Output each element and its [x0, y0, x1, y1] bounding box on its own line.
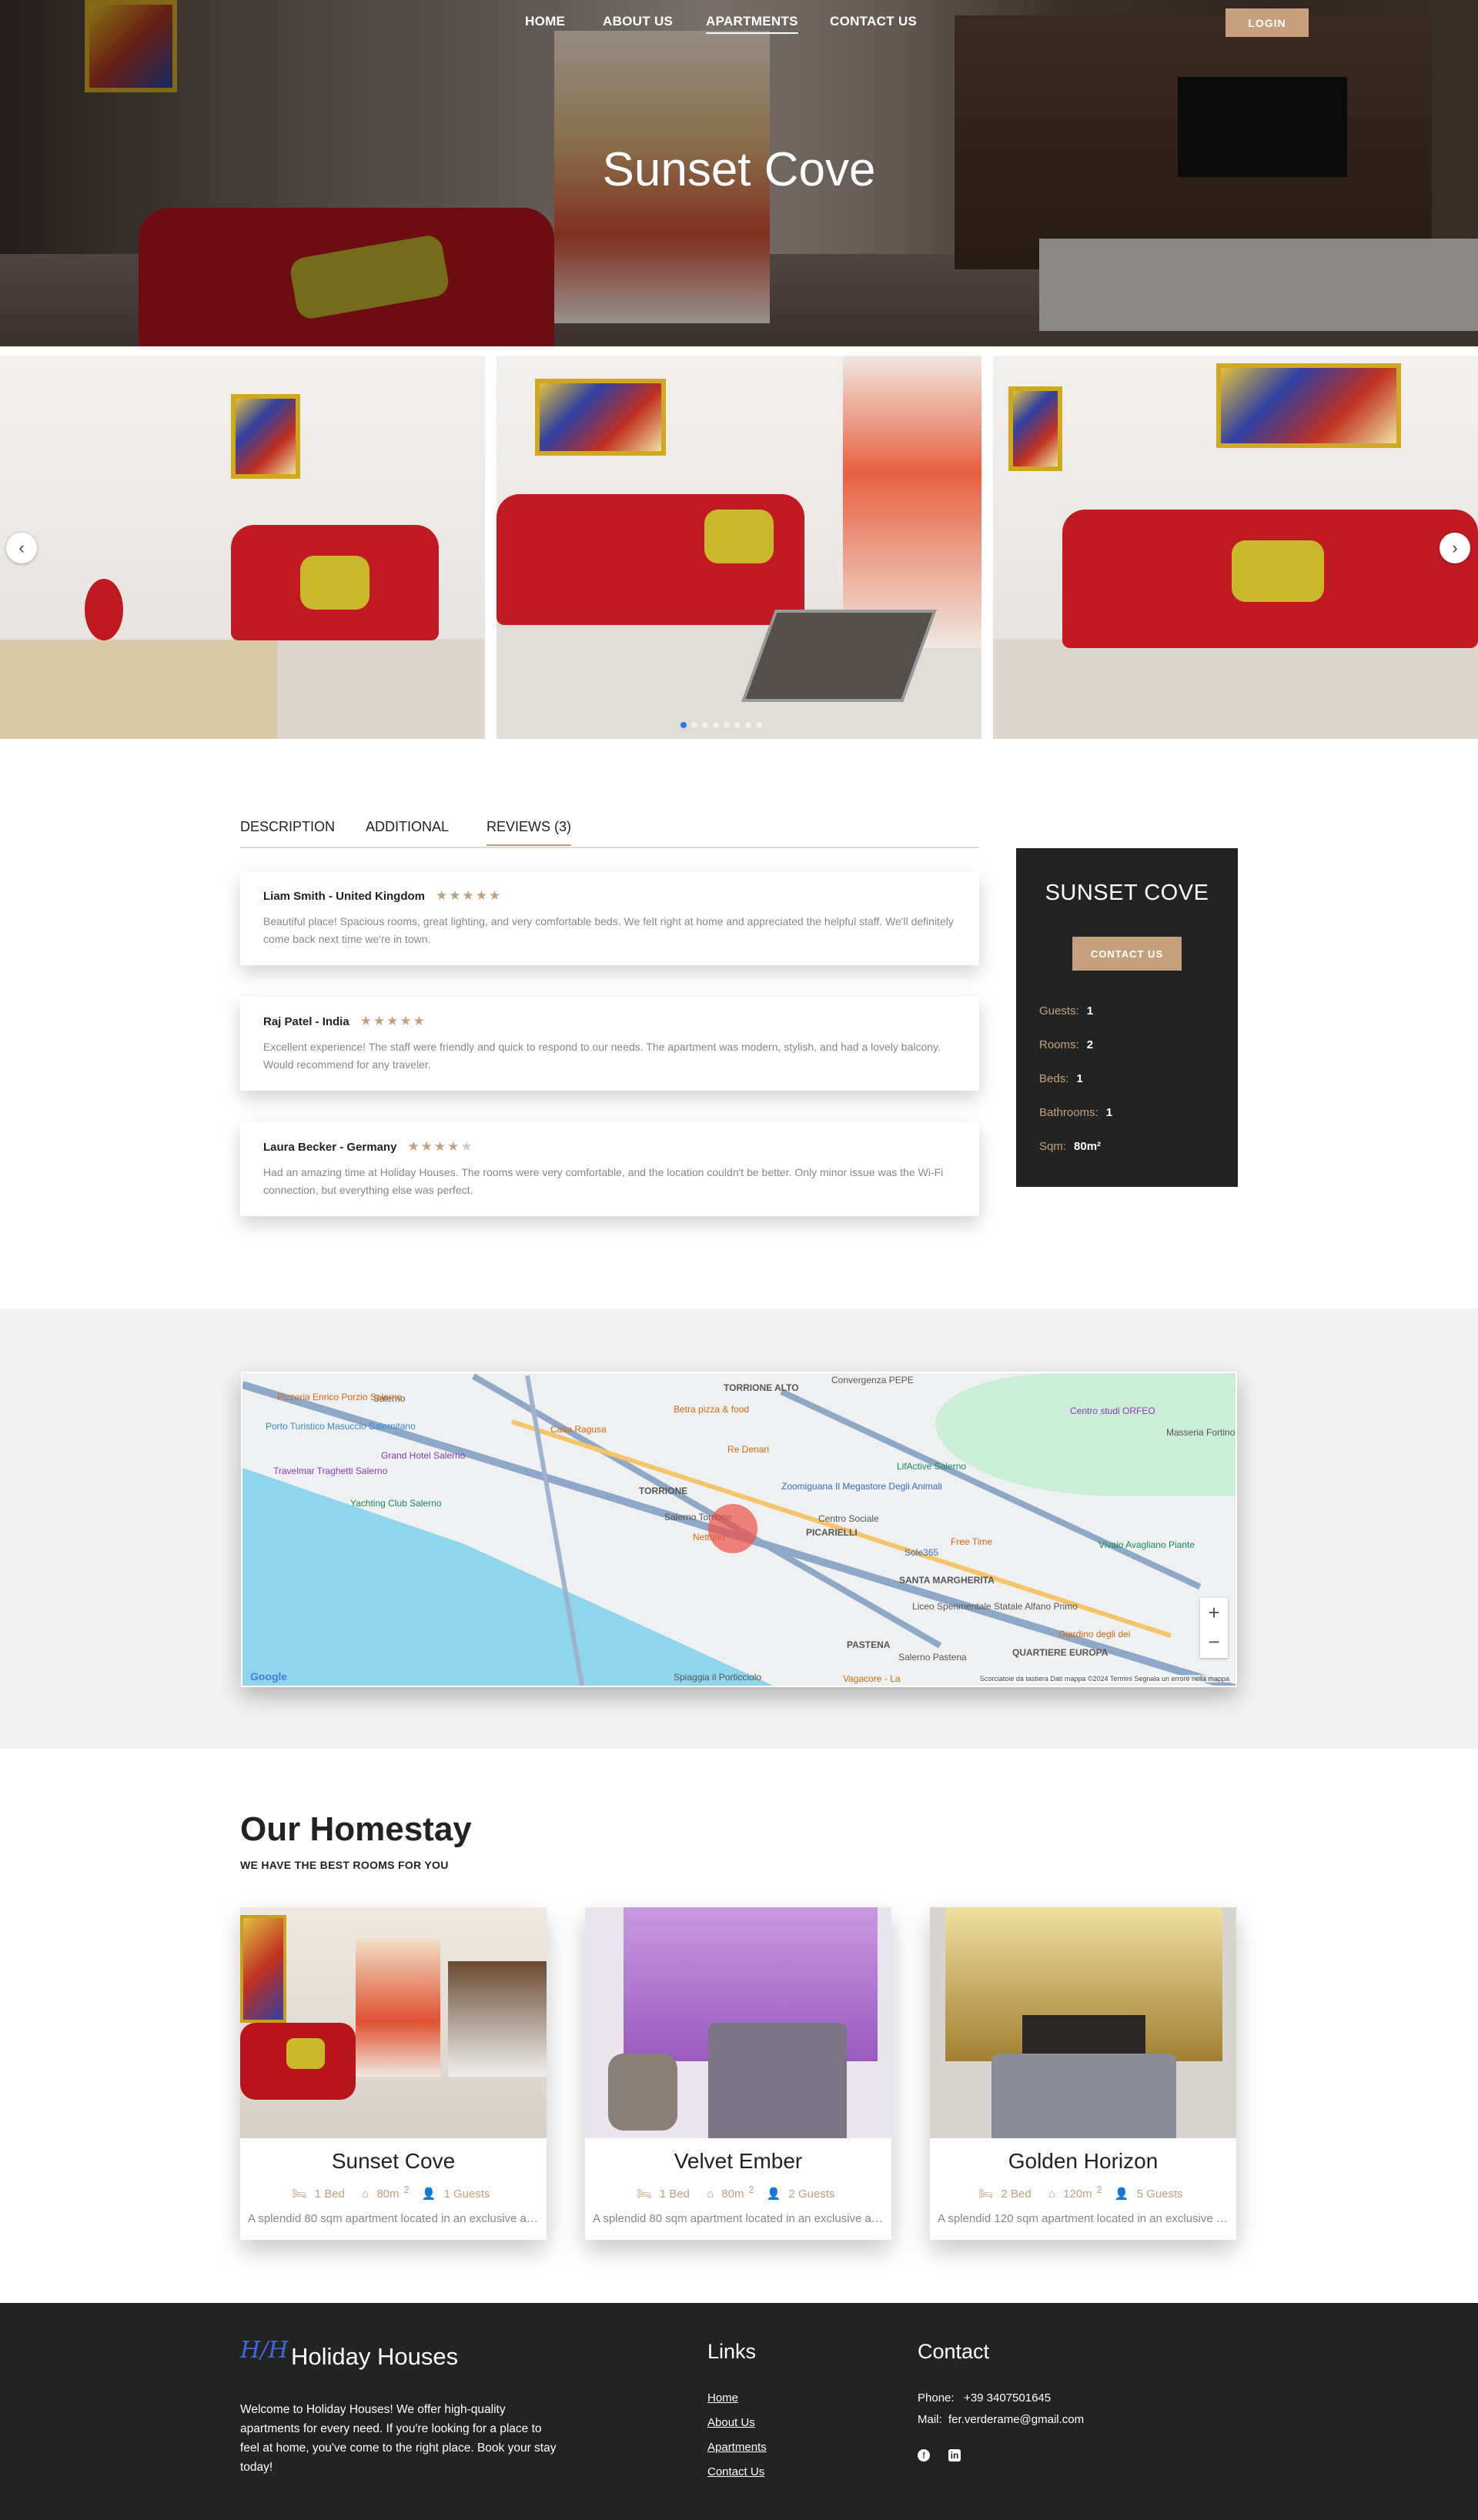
chevron-left-icon[interactable]: ‹ — [6, 533, 37, 563]
zoom-out-button[interactable]: − — [1200, 1627, 1228, 1656]
home-icon: ⌂ 120m 2 — [1048, 2184, 1102, 2201]
apartment-photo[interactable] — [930, 1907, 1236, 2138]
review-author: Laura Becker - Germany — [263, 1141, 397, 1154]
apartment-name[interactable]: Golden Horizon — [930, 2149, 1236, 2174]
gallery-photo-2[interactable] — [497, 356, 981, 739]
panel-title: SUNSET COVE — [1045, 881, 1209, 905]
bed-icon: 🛏 2 Bed — [978, 2187, 1032, 2201]
photo-gallery — [0, 356, 1478, 739]
footer-contact-title: Contact — [918, 2340, 990, 2363]
section-subtitle: WE HAVE THE BEST ROOMS FOR YOU — [240, 1859, 449, 1871]
tab-reviews[interactable]: REVIEWS (3) — [487, 819, 572, 846]
footer-link-about-us[interactable]: About Us — [707, 2416, 755, 2429]
review-author: Raj Patel - India — [263, 1015, 349, 1028]
info-beds: Beds: 1 — [1039, 1072, 1083, 1085]
person-icon: 👤 1 Guests — [421, 2187, 490, 2201]
login-button[interactable]: LOGIN — [1226, 8, 1309, 37]
section-title: Our Homestay — [240, 1810, 472, 1848]
person-icon: 👤 5 Guests — [1114, 2187, 1183, 2201]
apartment-description: A splendid 120 sqm apartment located in … — [938, 2212, 1229, 2225]
tab-additional[interactable]: ADDITIONAL — [366, 819, 449, 844]
footer-link-home[interactable]: Home — [707, 2391, 738, 2405]
review-text: Beautiful place! Spacious rooms, great l… — [263, 915, 954, 945]
map-attribution[interactable]: Scorciatoie da tastiera Dati mappa ©2024… — [979, 1675, 1229, 1683]
nav-apartments[interactable]: APARTMENTS — [706, 14, 798, 34]
info-bathrooms: Bathrooms: 1 — [1039, 1106, 1113, 1119]
tab-description[interactable]: DESCRIPTION — [240, 819, 335, 844]
linkedin-icon[interactable]: in — [948, 2449, 961, 2462]
apartment-photo[interactable] — [585, 1907, 891, 2138]
footer-about: Welcome to Holiday Houses! We offer high… — [240, 2403, 557, 2474]
nav-home[interactable]: HOME — [525, 14, 565, 29]
apartment-description: A splendid 80 sqm apartment located in a… — [593, 2212, 884, 2225]
hero-banner: HOME ABOUT US APARTMENTS CONTACT US LOGI… — [0, 0, 1478, 346]
bed-icon: 🛏 1 Bed — [292, 2187, 345, 2201]
star-rating-icon: ★★★★★ — [436, 888, 503, 903]
home-icon: ⌂ 80m 2 — [707, 2184, 754, 2201]
zoom-controls: + − — [1200, 1598, 1228, 1658]
nav-contact-us[interactable]: CONTACT US — [830, 14, 917, 29]
footer-phone: Phone: +39 3407501645 — [918, 2391, 1052, 2405]
footer-mail: Mail: fer.verderame@gmail.com — [918, 2413, 1085, 2426]
gallery-dots[interactable] — [680, 722, 762, 728]
apartment-name[interactable]: Sunset Cove — [240, 2149, 547, 2174]
review-card: Liam Smith - United Kingdom ★★★★★ Beautif… — [240, 871, 979, 965]
gallery-photo-1[interactable] — [0, 356, 485, 739]
person-icon: 👤 2 Guests — [766, 2187, 835, 2201]
info-sqm: Sqm: 80m² — [1039, 1140, 1102, 1153]
apartment-meta: 🛏 1 Bed ⌂ 80m 2 👤 2 Guests — [585, 2184, 891, 2201]
brand-logo[interactable]: H/H — [240, 2337, 288, 2364]
apartment-name[interactable]: Velvet Ember — [585, 2149, 891, 2174]
apartment-meta: 🛏 2 Bed ⌂ 120m 2 👤 5 Guests — [930, 2184, 1236, 2201]
zoom-in-button[interactable]: + — [1200, 1598, 1228, 1627]
review-author: Liam Smith - United Kingdom — [263, 890, 425, 903]
review-card: Laura Becker - Germany ★★★★★ Had an amazi… — [240, 1122, 979, 1216]
location-map[interactable]: TORRIONE ALTO Convergenza PEPE Betra piz… — [241, 1372, 1237, 1687]
review-card: Raj Patel - India ★★★★★ Excellent experie… — [240, 997, 979, 1091]
footer-link-apartments[interactable]: Apartments — [707, 2441, 767, 2454]
apartment-card[interactable]: Golden Horizon 🛏 2 Bed ⌂ 120m 2 👤 5 Guest… — [930, 1907, 1236, 2240]
star-empty-icon: ★ — [460, 1139, 474, 1154]
site-footer: H/H Holiday Houses Welcome to Holiday Ho… — [0, 2303, 1478, 2520]
details-tabs: DESCRIPTION ADDITIONAL REVIEWS (3) — [240, 819, 979, 848]
star-rating-icon: ★★★★ — [407, 1139, 461, 1154]
google-logo: Google — [250, 1670, 288, 1683]
info-guests: Guests: 1 — [1039, 1004, 1094, 1018]
star-rating-icon: ★★★★★ — [359, 1014, 426, 1028]
contact-us-button[interactable]: CONTACT US — [1072, 937, 1182, 971]
gallery-photo-3[interactable] — [993, 356, 1478, 739]
apartment-card[interactable]: Velvet Ember 🛏 1 Bed ⌂ 80m 2 👤 2 Guests A… — [585, 1907, 891, 2240]
home-icon: ⌂ 80m 2 — [362, 2184, 410, 2201]
apartment-photo[interactable] — [240, 1907, 547, 2138]
info-rooms: Rooms: 2 — [1039, 1038, 1094, 1051]
apartment-meta: 🛏 1 Bed ⌂ 80m 2 👤 1 Guests — [240, 2184, 547, 2201]
apartment-description: A splendid 80 sqm apartment located in a… — [248, 2212, 539, 2225]
footer-link-contact-us[interactable]: Contact Us — [707, 2465, 764, 2478]
review-text: Had an amazing time at Holiday Houses. T… — [263, 1166, 944, 1196]
footer-links-title: Links — [707, 2340, 757, 2363]
bed-icon: 🛏 1 Bed — [637, 2187, 690, 2201]
apartment-card[interactable]: Sunset Cove 🛏 1 Bed ⌂ 80m 2 👤 1 Guests A … — [240, 1907, 547, 2240]
brand-name: Holiday Houses — [291, 2343, 459, 2370]
apartment-info-panel: SUNSET COVE CONTACT US Guests: 1 Rooms: 2 … — [1016, 848, 1238, 1187]
facebook-icon[interactable]: f — [918, 2449, 930, 2462]
chevron-right-icon[interactable]: › — [1440, 533, 1470, 563]
page-title: Sunset Cove — [602, 143, 876, 196]
nav-about-us[interactable]: ABOUT US — [603, 14, 673, 29]
location-pin-icon[interactable] — [708, 1504, 757, 1553]
review-text: Excellent experience! The staff were fri… — [263, 1041, 941, 1071]
